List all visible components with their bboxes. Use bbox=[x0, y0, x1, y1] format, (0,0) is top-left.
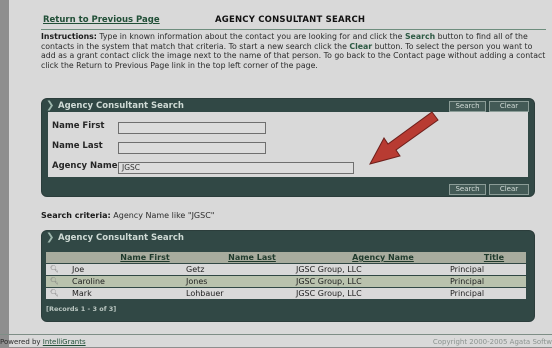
criteria-label: Search criteria: bbox=[41, 211, 111, 220]
cell-title: Principal bbox=[450, 277, 485, 286]
instructions-search-word: Search bbox=[404, 32, 436, 41]
search-criteria: Search criteria: Agency Name like "JGSC" bbox=[41, 211, 214, 220]
agency-name-label: Agency Name bbox=[52, 161, 118, 171]
results-panel-title: Agency Consultant Search bbox=[58, 233, 184, 243]
page: Return to Previous Page AGENCY CONSULTAN… bbox=[9, 0, 552, 347]
name-last-input[interactable] bbox=[118, 142, 266, 154]
cell-name-first: Caroline bbox=[72, 277, 105, 286]
instructions-part1: Type in known information about the cont… bbox=[96, 32, 405, 41]
page-header: Return to Previous Page AGENCY CONSULTAN… bbox=[41, 13, 546, 30]
search-button-bottom[interactable]: Search bbox=[449, 184, 486, 195]
chevron-icon: ❯ bbox=[46, 232, 55, 243]
column-header-title[interactable]: Title bbox=[466, 252, 522, 263]
copyright: Copyright 2000-2005 Agata Softw bbox=[432, 338, 552, 346]
magnifier-icon[interactable]: 🔍︎ bbox=[50, 276, 59, 287]
criteria-text: Agency Name like "JGSC" bbox=[110, 211, 215, 220]
records-count: [Records 1 - 3 of 3] bbox=[46, 305, 117, 313]
footer: Powered by IntelliGrants Copyright 2000-… bbox=[0, 334, 552, 348]
cell-name-last: Lohbauer bbox=[186, 289, 224, 298]
cell-name-first: Mark bbox=[72, 289, 92, 298]
column-header-agency-name[interactable]: Agency Name bbox=[316, 252, 450, 263]
search-form: Name First Name Last Agency Name JGSC bbox=[48, 111, 528, 177]
instructions-text: Instructions: Type in known information … bbox=[41, 32, 546, 70]
cell-name-last: Jones bbox=[186, 277, 208, 286]
instructions-label: Instructions: bbox=[41, 32, 97, 41]
magnifier-icon[interactable]: 🔍︎ bbox=[50, 264, 59, 275]
instructions-clear-word: Clear bbox=[349, 41, 373, 51]
intelligrants-link[interactable]: IntelliGrants bbox=[43, 338, 86, 346]
cell-agency-name: JGSC Group, LLC bbox=[296, 289, 362, 298]
powered-by: Powered by IntelliGrants bbox=[0, 338, 86, 346]
name-last-label: Name Last bbox=[52, 141, 103, 151]
return-previous-page-link[interactable]: Return to Previous Page bbox=[43, 15, 160, 25]
column-header-name-last[interactable]: Name Last bbox=[204, 252, 300, 263]
search-panel-title: Agency Consultant Search bbox=[58, 101, 184, 111]
clear-button-top[interactable]: Clear bbox=[489, 101, 529, 112]
name-first-input[interactable] bbox=[118, 122, 266, 134]
powered-by-text: Powered by bbox=[0, 338, 43, 346]
name-first-label: Name First bbox=[52, 121, 105, 131]
results-panel: ❯ Agency Consultant Search Name First Na… bbox=[41, 230, 535, 322]
page-title: AGENCY CONSULTANT SEARCH bbox=[215, 15, 366, 25]
clear-button-bottom[interactable]: Clear bbox=[489, 184, 529, 195]
table-row: 🔍︎ Joe Getz JGSC Group, LLC Principal bbox=[46, 264, 526, 275]
table-row: 🔍︎ Mark Lohbauer JGSC Group, LLC Princip… bbox=[46, 288, 526, 299]
magnifier-icon[interactable]: 🔍︎ bbox=[50, 288, 59, 299]
cell-agency-name: JGSC Group, LLC bbox=[296, 277, 362, 286]
cell-name-last: Getz bbox=[186, 265, 205, 274]
column-header-name-first[interactable]: Name First bbox=[100, 252, 190, 263]
cell-agency-name: JGSC Group, LLC bbox=[296, 265, 362, 274]
cell-title: Principal bbox=[450, 265, 485, 274]
table-row: 🔍︎ Caroline Jones JGSC Group, LLC Princi… bbox=[46, 276, 526, 287]
chevron-icon: ❯ bbox=[46, 100, 55, 111]
agency-name-input[interactable]: JGSC bbox=[118, 162, 354, 174]
red-arrow-icon bbox=[369, 111, 439, 165]
table-header-row: Name First Name Last Agency Name Title bbox=[46, 252, 526, 263]
cell-name-first: Joe bbox=[72, 265, 85, 274]
search-panel: ❯ Agency Consultant Search Search Clear … bbox=[41, 98, 535, 197]
cell-title: Principal bbox=[450, 289, 485, 298]
